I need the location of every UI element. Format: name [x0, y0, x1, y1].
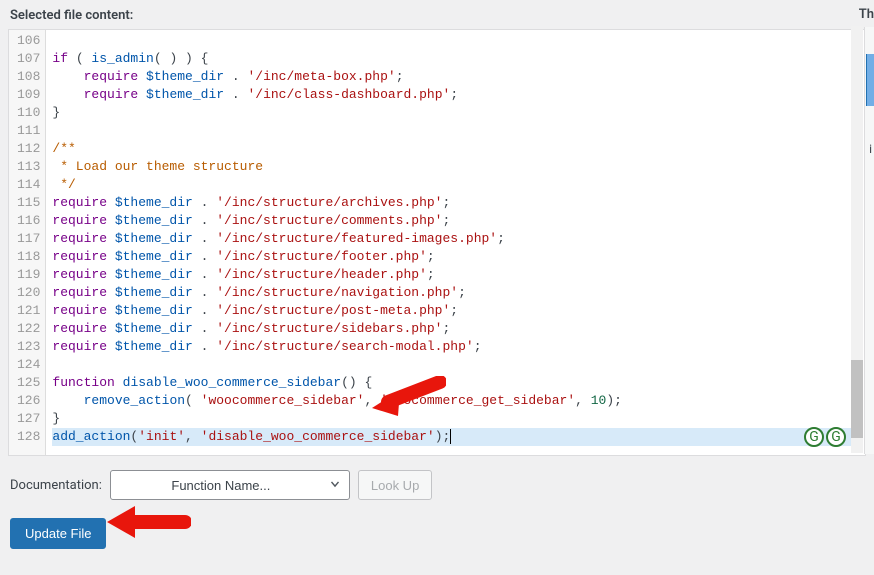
update-file-button[interactable]: Update File — [10, 518, 106, 549]
grammarly-icons: G G — [804, 427, 846, 447]
code-line[interactable]: */ — [52, 177, 75, 192]
editor-title: Selected file content: — [0, 0, 874, 29]
function-name-select[interactable]: Function Name... — [110, 470, 350, 500]
code-line[interactable]: require $theme_dir . '/inc/structure/hea… — [52, 267, 434, 282]
grammarly-icon: G — [826, 427, 846, 447]
code-line[interactable]: if ( is_admin( ) ) { — [52, 51, 208, 66]
code-line[interactable]: require $theme_dir . '/inc/structure/sea… — [52, 339, 481, 354]
code-line[interactable]: require $theme_dir . '/inc/structure/arc… — [52, 195, 450, 210]
code-line[interactable] — [52, 123, 60, 138]
code-line[interactable]: require $theme_dir . '/inc/meta-box.php'… — [52, 69, 403, 84]
line-number-gutter: 106 107 108 109 110 111 112 113 114 115 … — [9, 30, 46, 455]
code-line[interactable]: require $theme_dir . '/inc/structure/fea… — [52, 231, 505, 246]
code-line[interactable]: add_action('init', 'disable_woo_commerce… — [52, 428, 859, 446]
annotation-arrow-icon — [105, 504, 191, 538]
code-line[interactable]: require $theme_dir . '/inc/structure/nav… — [52, 285, 466, 300]
grammarly-icon: G — [804, 427, 824, 447]
code-editor[interactable]: 106 107 108 109 110 111 112 113 114 115 … — [8, 29, 866, 456]
code-line[interactable]: remove_action( 'woocommerce_sidebar', 'w… — [52, 393, 622, 408]
code-line[interactable]: * Load our theme structure — [52, 159, 263, 174]
code-line[interactable] — [52, 33, 60, 48]
code-line[interactable]: require $theme_dir . '/inc/structure/sid… — [52, 321, 450, 336]
sidebar-title-partial: Th — [859, 7, 874, 22]
code-line[interactable]: require $theme_dir . '/inc/structure/com… — [52, 213, 450, 228]
editor-scrollbar-thumb[interactable] — [851, 360, 863, 438]
code-line[interactable]: require $theme_dir . '/inc/class-dashboa… — [52, 87, 458, 102]
file-picker-highlight — [866, 54, 874, 106]
code-line[interactable]: function disable_woo_commerce_sidebar() … — [52, 375, 372, 390]
code-line[interactable]: require $theme_dir . '/inc/structure/pos… — [52, 303, 458, 318]
code-line[interactable]: } — [52, 411, 60, 426]
code-line[interactable]: require $theme_dir . '/inc/structure/foo… — [52, 249, 434, 264]
code-lines[interactable]: if ( is_admin( ) ) { require $theme_dir … — [46, 30, 865, 455]
code-line[interactable] — [52, 357, 60, 372]
code-area[interactable]: 106 107 108 109 110 111 112 113 114 115 … — [9, 30, 865, 455]
side-letter: i — [869, 142, 872, 156]
code-line[interactable]: } — [52, 105, 60, 120]
documentation-label: Documentation: — [10, 478, 102, 493]
lookup-button[interactable]: Look Up — [358, 470, 432, 500]
code-line[interactable]: /** — [52, 141, 75, 156]
